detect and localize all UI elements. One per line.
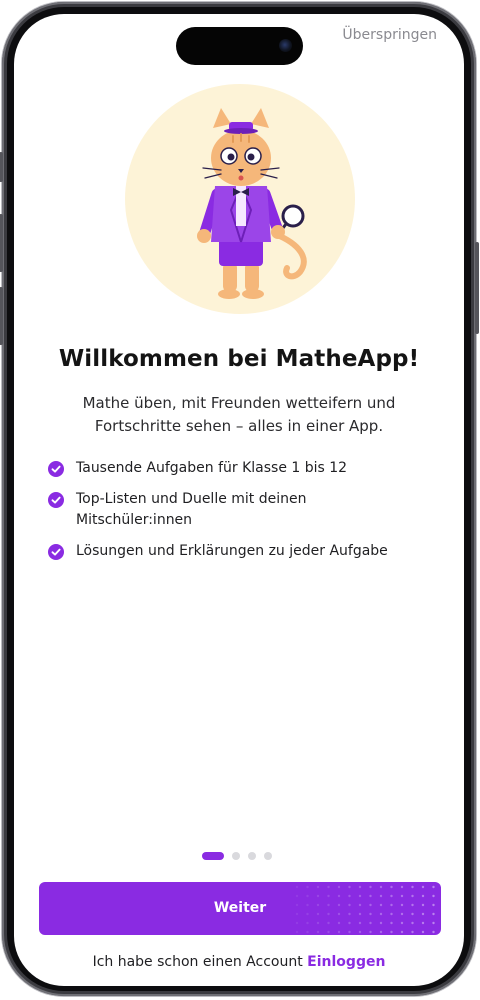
skip-button[interactable]: Überspringen bbox=[342, 27, 437, 43]
feature-item: Tausende Aufgaben für Klasse 1 bis 12 bbox=[48, 458, 408, 479]
front-camera-icon bbox=[279, 39, 292, 52]
feature-item: Top-Listen und Duelle mit deinen Mitschü… bbox=[48, 489, 408, 531]
check-circle-icon bbox=[48, 461, 64, 477]
login-prompt: Ich habe schon einen Account Einloggen bbox=[14, 954, 464, 970]
feature-item: Lösungen und Erklärungen zu jeder Aufgab… bbox=[48, 541, 408, 562]
page-title: Willkommen bei MatheApp! bbox=[58, 346, 420, 372]
feature-text: Top-Listen und Duelle mit deinen Mitschü… bbox=[76, 491, 307, 528]
hero-illustration bbox=[125, 84, 355, 314]
page-dot[interactable] bbox=[232, 852, 240, 860]
page-dot[interactable] bbox=[264, 852, 272, 860]
page-dot-active[interactable] bbox=[202, 852, 224, 860]
account-prompt-text: Ich habe schon einen Account bbox=[92, 954, 303, 970]
volume-up-button bbox=[0, 214, 3, 272]
check-circle-icon bbox=[48, 544, 64, 560]
dynamic-island bbox=[176, 27, 303, 65]
onboarding-screen: Überspringen Willkommen bei MatheApp! Ma… bbox=[14, 14, 464, 986]
check-circle-icon bbox=[48, 492, 64, 508]
action-button bbox=[0, 152, 3, 182]
feature-text: Tausende Aufgaben für Klasse 1 bis 12 bbox=[76, 460, 348, 476]
page-subtitle: Mathe üben, mit Freunden wetteifern und … bbox=[82, 394, 396, 435]
volume-down-button bbox=[0, 287, 3, 345]
page-indicator bbox=[202, 852, 280, 860]
power-button bbox=[475, 242, 479, 334]
continue-button-label: Weiter bbox=[213, 900, 267, 916]
login-link[interactable]: Einloggen bbox=[307, 954, 385, 970]
feature-text: Lösungen und Erklärungen zu jeder Aufgab… bbox=[76, 543, 388, 559]
page-dot[interactable] bbox=[248, 852, 256, 860]
cat-detective-illustration bbox=[197, 108, 307, 299]
feature-list: Tausende Aufgaben für Klasse 1 bis 12 To… bbox=[48, 458, 408, 572]
continue-button[interactable]: Weiter bbox=[39, 882, 441, 935]
